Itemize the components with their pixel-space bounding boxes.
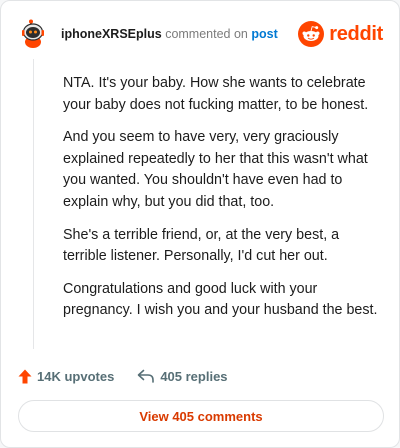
- comment-actions: 14K upvotes 405 replies: [18, 366, 228, 386]
- upvote-button[interactable]: 14K upvotes: [18, 369, 114, 384]
- comment-byline: iphoneXRSEplus commented on post: [61, 27, 278, 42]
- comment-paragraph: And you seem to have very, very gracious…: [63, 129, 368, 210]
- thread-line: [33, 59, 34, 349]
- byline-verb: commented on: [165, 27, 248, 41]
- comment-paragraph: She's a terrible friend, or, at the very…: [63, 226, 340, 265]
- upvote-arrow-icon: [18, 369, 32, 383]
- embedded-comment-card: iphoneXRSEplus commented on post reddit …: [0, 0, 400, 448]
- reddit-snoo-icon: [298, 21, 325, 47]
- comment-paragraph: NTA. It's your baby. How she wants to ce…: [63, 75, 369, 113]
- reply-arrow-icon: [138, 369, 155, 383]
- reply-count: 405 replies: [160, 368, 228, 384]
- upvote-count: 14K upvotes: [37, 368, 115, 384]
- username-link[interactable]: iphoneXRSEplus: [61, 27, 162, 41]
- reddit-brand-link[interactable]: reddit: [298, 19, 383, 49]
- comment-body: NTA. It's your baby. How she wants to ce…: [63, 73, 385, 333]
- comment-paragraph: Congratulations and good luck with your …: [63, 280, 378, 319]
- snoo-astronaut-avatar-icon: [18, 19, 48, 49]
- replies-button[interactable]: 405 replies: [137, 368, 228, 384]
- comment-header: iphoneXRSEplus commented on post reddit: [18, 19, 383, 49]
- user-avatar[interactable]: [18, 19, 48, 49]
- post-link[interactable]: post: [251, 27, 277, 41]
- view-comments-button[interactable]: View 405 comments: [18, 400, 384, 432]
- reddit-wordmark: reddit: [329, 23, 383, 45]
